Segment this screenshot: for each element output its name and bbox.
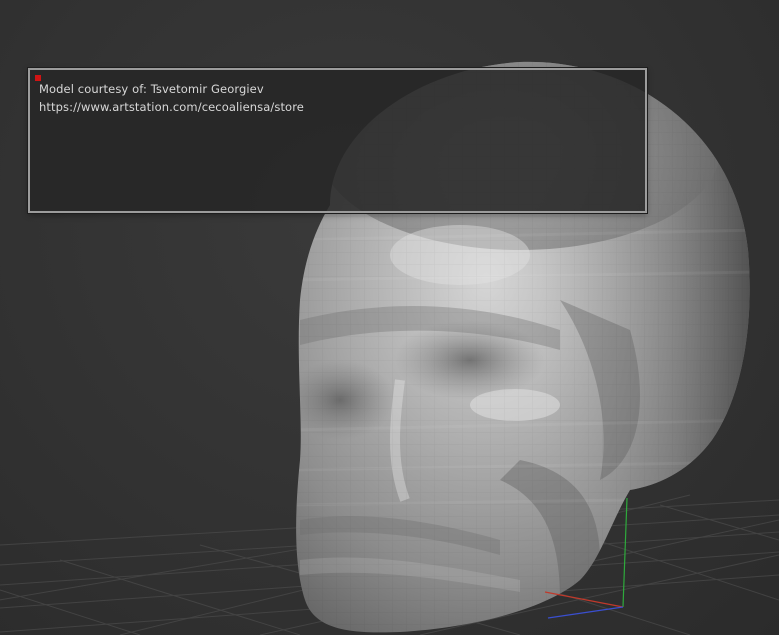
axis-y-line xyxy=(622,497,628,608)
3d-viewport[interactable]: Model courtesy of: Tsvetomir Georgiev ht… xyxy=(0,0,779,635)
model-credit-panel[interactable]: Model courtesy of: Tsvetomir Georgiev ht… xyxy=(28,68,647,213)
panel-close-indicator[interactable] xyxy=(35,75,41,81)
viewport-marker xyxy=(528,66,535,67)
credit-text: Model courtesy of: Tsvetomir Georgiev xyxy=(39,82,264,96)
axis-z-line xyxy=(547,606,624,619)
credit-url-link[interactable]: https://www.artstation.com/cecoaliensa/s… xyxy=(39,100,304,114)
